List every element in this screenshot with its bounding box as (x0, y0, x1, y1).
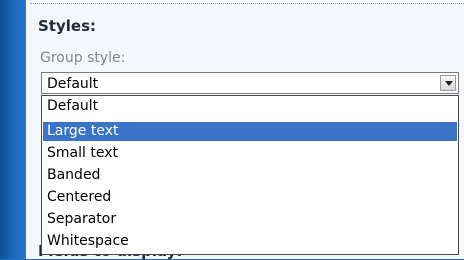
dropdown-option-whitespace[interactable]: Whitespace (43, 232, 457, 251)
dropdown-option-small-text[interactable]: Small text (43, 144, 457, 163)
dropdown-option-large-text[interactable]: Large text (43, 122, 457, 141)
chevron-down-icon[interactable] (440, 75, 456, 91)
dropdown-option-separator[interactable]: Separator (43, 210, 457, 229)
group-style-select[interactable]: Default (41, 72, 459, 94)
styles-panel: Styles: Group style: Default Fields to d… (26, 0, 464, 260)
group-style-selected-value: Default (47, 76, 99, 92)
section-title: Styles: (38, 17, 96, 35)
dropdown-option-centered[interactable]: Centered (43, 188, 457, 207)
dropdown-option-banded[interactable]: Banded (43, 166, 457, 185)
group-style-dropdown-list[interactable]: Default Large text Small text Banded Cen… (41, 95, 459, 255)
group-style-label: Group style: (40, 50, 126, 66)
divider (30, 3, 464, 4)
dropdown-option-default[interactable]: Default (43, 97, 457, 116)
blue-backdrop-edge (0, 0, 26, 259)
